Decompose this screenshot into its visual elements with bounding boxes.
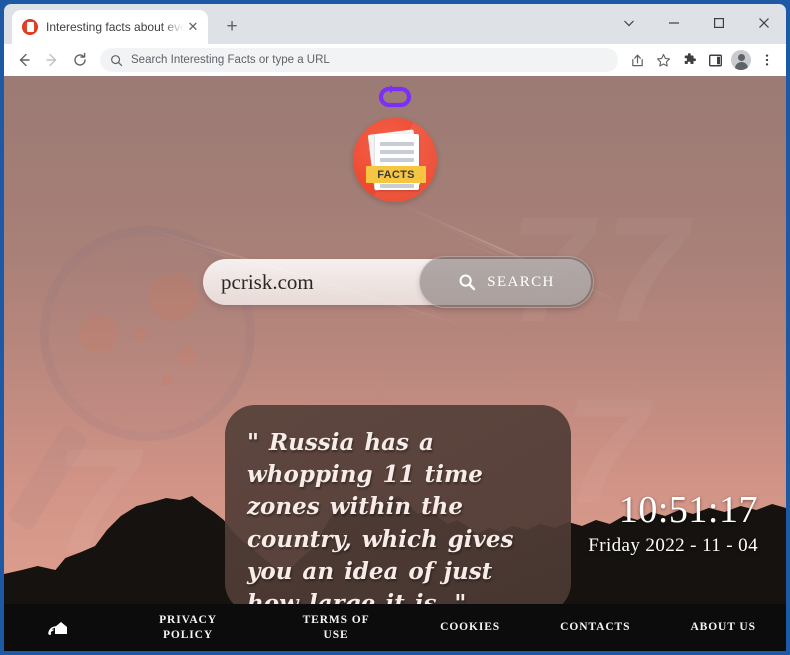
- browser-tab[interactable]: Interesting facts about everything ✕: [12, 10, 208, 44]
- site-logo: FACTS: [4, 84, 786, 202]
- refresh-loop-icon: [378, 85, 412, 108]
- footer-link-privacy-policy[interactable]: PRIVACY POLICY: [144, 613, 232, 643]
- footer-link-contacts[interactable]: CONTACTS: [560, 620, 630, 635]
- tab-search-chevron-icon[interactable]: [606, 4, 651, 42]
- puzzle-piece-icon[interactable]: [676, 47, 702, 73]
- tab-favicon-icon: [22, 19, 38, 35]
- back-arrow-icon[interactable]: [10, 46, 38, 74]
- close-icon[interactable]: [741, 4, 786, 42]
- footer-link-terms-of-use[interactable]: TERMS OF USE: [292, 613, 380, 643]
- share-icon[interactable]: [624, 47, 650, 73]
- browser-window: Interesting facts about everything ✕ +: [0, 0, 790, 655]
- tab-close-icon[interactable]: ✕: [184, 18, 202, 36]
- minimize-icon[interactable]: [651, 4, 696, 42]
- facts-banner: FACTS: [366, 166, 426, 183]
- three-dot-menu-icon[interactable]: [754, 47, 780, 73]
- search-button-label: SEARCH: [487, 273, 555, 290]
- watermark-letter: 7: [604, 194, 687, 344]
- facts-banner-label: FACTS: [377, 168, 415, 181]
- search-input[interactable]: pcrisk.com: [203, 270, 419, 295]
- profile-avatar-icon[interactable]: [728, 47, 754, 73]
- fact-quote-text: " Russia has a whopping 11 time zones wi…: [247, 429, 514, 617]
- window-controls: [606, 4, 786, 42]
- tab-title: Interesting facts about everything: [46, 20, 184, 34]
- footer-links: PRIVACY POLICY TERMS OF USE COOKIES CONT…: [114, 604, 786, 651]
- omnibox-placeholder-text: Search Interesting Facts or type a URL: [131, 54, 330, 66]
- fact-quote-card: " Russia has a whopping 11 time zones wi…: [225, 405, 571, 617]
- clock-time: 10:51:17: [618, 489, 758, 531]
- clock-widget: 10:51:17 Friday 2022 - 11 - 04: [588, 491, 758, 557]
- clock-date: Friday 2022 - 11 - 04: [588, 534, 758, 556]
- side-panel-icon[interactable]: [702, 47, 728, 73]
- magnifier-icon: [459, 274, 476, 291]
- search-icon: [111, 54, 123, 66]
- maximize-icon[interactable]: [696, 4, 741, 42]
- omnibox[interactable]: Search Interesting Facts or type a URL: [100, 48, 618, 72]
- search-button[interactable]: SEARCH: [419, 256, 594, 308]
- browser-toolbar: Search Interesting Facts or type a URL: [4, 44, 786, 76]
- page-footer: PRIVACY POLICY TERMS OF USE COOKIES CONT…: [4, 604, 786, 651]
- footer-link-cookies[interactable]: COOKIES: [440, 620, 500, 635]
- avatar: [731, 50, 751, 70]
- forward-arrow-icon[interactable]: [38, 46, 66, 74]
- home-signal-icon[interactable]: [48, 618, 68, 636]
- star-icon[interactable]: [650, 47, 676, 73]
- page-viewport: 7 7 7 7: [4, 76, 786, 651]
- site-search-bar[interactable]: pcrisk.com SEARCH: [203, 256, 594, 308]
- reload-icon[interactable]: [66, 46, 94, 74]
- footer-link-about-us[interactable]: ABOUT US: [690, 620, 755, 635]
- new-tab-button[interactable]: +: [218, 13, 246, 41]
- facts-logo-badge: FACTS: [353, 118, 437, 202]
